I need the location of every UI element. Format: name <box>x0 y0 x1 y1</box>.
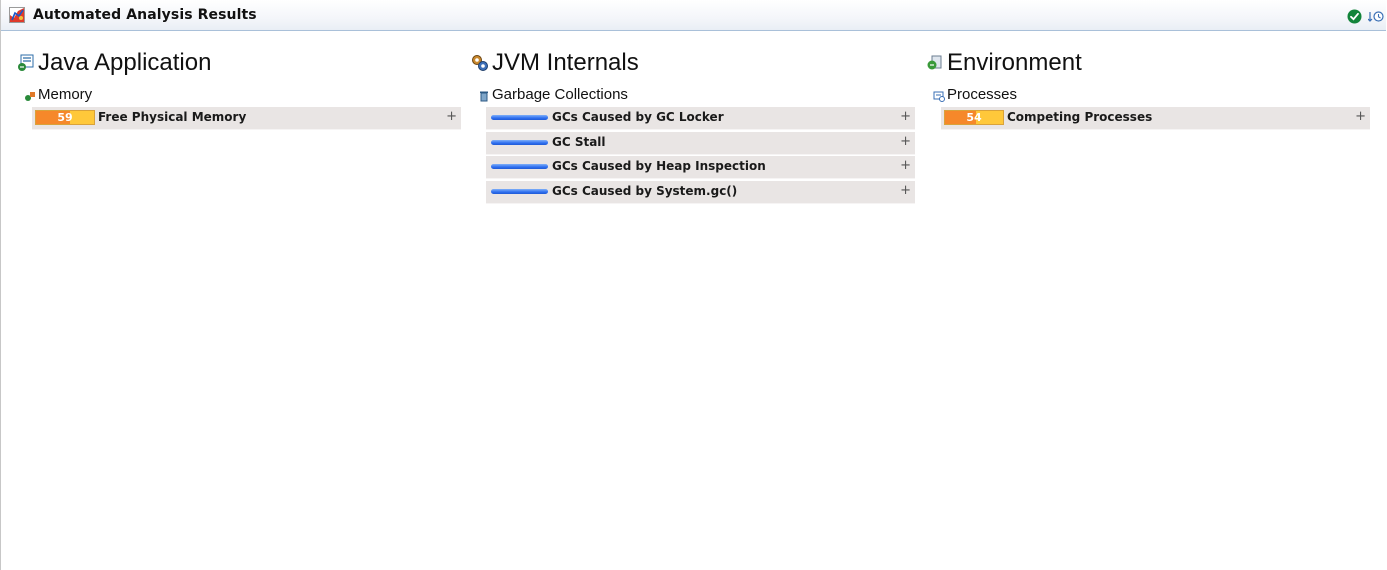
expand-icon[interactable]: + <box>900 109 911 125</box>
column-environment: Environment Processes 54 Competing Processe… <box>926 48 1370 132</box>
rule-row-gcs-caused-by-gc-locker[interactable]: GCs Caused by GC Locker + <box>486 107 915 130</box>
rule-label: GC Stall <box>552 134 606 149</box>
rule-row-gcs-caused-by-system-gc[interactable]: GCs Caused by System.gc() + <box>486 180 915 204</box>
expand-icon[interactable]: + <box>446 109 457 125</box>
column-header: Java Application <box>17 48 447 78</box>
rule-list: GCs Caused by GC Locker + GC Stall + GCs Cau… <box>486 107 915 204</box>
title-bar: Automated Analysis Results <box>1 0 1386 31</box>
rule-label: Free Physical Memory <box>98 110 247 124</box>
expand-icon[interactable]: + <box>900 134 911 150</box>
window-title: Automated Analysis Results <box>33 7 257 23</box>
score-indicator: 59 <box>35 110 95 125</box>
status-ok-icon[interactable] <box>1347 9 1362 24</box>
trash-icon <box>478 89 490 102</box>
rule-row-free-physical-memory[interactable]: 59 Free Physical Memory + <box>32 107 461 130</box>
rule-label: GCs Caused by Heap Inspection <box>552 159 766 173</box>
section-header: Memory <box>24 86 447 106</box>
column-jvm-internals: JVM Internals Garbage Collections GCs Caus… <box>471 48 915 205</box>
section-title: Garbage Collections <box>492 86 628 103</box>
score-indicator: 54 <box>944 110 1004 125</box>
history-icon[interactable] <box>1368 9 1384 24</box>
rule-row-gc-stall[interactable]: GC Stall + <box>486 131 915 155</box>
section-title: Memory <box>38 86 93 103</box>
section-memory: Memory 59 Free Physical Memory + <box>17 86 461 130</box>
rule-label: GCs Caused by System.gc() <box>552 183 738 198</box>
environment-icon <box>926 54 944 72</box>
section-garbage-collections: Garbage Collections GCs Caused by GC Lock… <box>471 86 915 204</box>
section-title: Processes <box>947 86 1018 103</box>
section-header: Processes <box>933 86 1356 106</box>
rule-label: Competing Processes <box>1007 110 1153 124</box>
column-header: Environment <box>926 48 1356 78</box>
score-value: 54 <box>966 111 982 124</box>
rule-row-competing-processes[interactable]: 54 Competing Processes + <box>941 107 1370 130</box>
score-value: 59 <box>57 111 73 124</box>
rule-list: 59 Free Physical Memory + <box>32 107 461 130</box>
column-title: Environment <box>947 49 1082 76</box>
rule-label: GCs Caused by GC Locker <box>552 110 724 124</box>
ok-score-bar <box>491 115 548 120</box>
column-header: JVM Internals <box>471 48 901 78</box>
section-header: Garbage Collections <box>478 86 901 106</box>
processes-icon <box>933 89 945 102</box>
ok-score-bar <box>491 139 548 145</box>
jvm-internals-icon <box>471 54 489 72</box>
rule-list: 54 Competing Processes + <box>941 107 1370 130</box>
analysis-window: Automated Analysis Results Java Applicat… <box>0 0 1386 570</box>
expand-icon[interactable]: + <box>900 158 911 174</box>
expand-icon[interactable]: + <box>900 183 911 199</box>
column-title: JVM Internals <box>492 49 639 76</box>
expand-icon[interactable]: + <box>1355 109 1366 125</box>
column-title: Java Application <box>38 49 212 76</box>
memory-icon <box>24 89 36 101</box>
ok-score-bar <box>491 164 548 169</box>
analysis-results-icon <box>9 7 25 23</box>
column-java-application: Java Application Memory 59 Free Physical Me… <box>17 48 461 132</box>
java-application-icon <box>17 54 35 72</box>
ok-score-bar <box>491 188 548 194</box>
section-processes: Processes 54 Competing Processes + <box>926 86 1370 130</box>
rule-row-gcs-caused-by-heap-inspection[interactable]: GCs Caused by Heap Inspection + <box>486 156 915 179</box>
